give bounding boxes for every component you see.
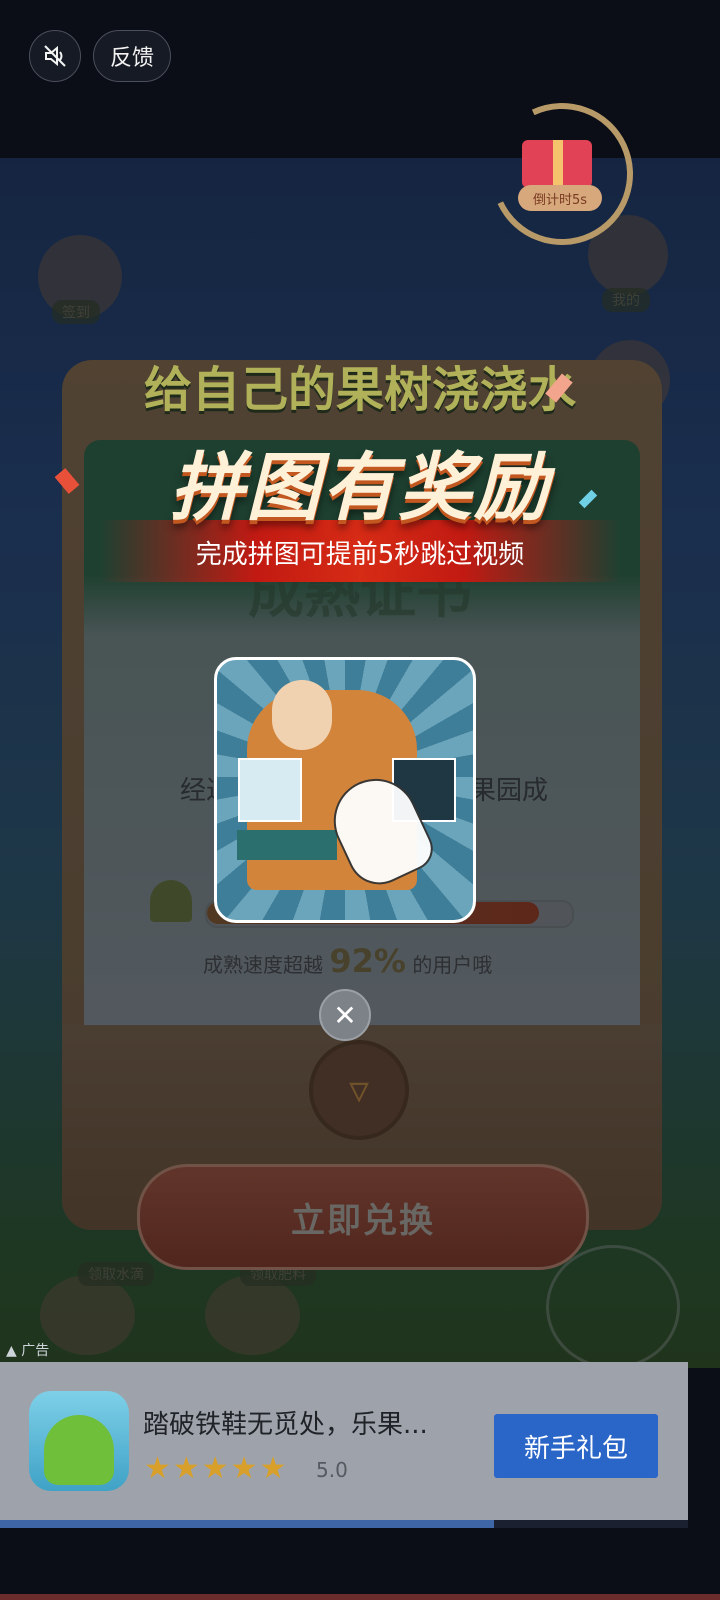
mute-button[interactable]	[29, 30, 81, 82]
subheading: 完成拼图可提前5秒跳过视频	[195, 540, 525, 570]
bottom-strip	[0, 1594, 720, 1600]
star-rating-icon: ★★★★★	[144, 1451, 289, 1486]
rating-value: 5.0	[316, 1458, 348, 1482]
mute-icon	[44, 45, 66, 67]
character-sash	[237, 830, 337, 860]
app-icon[interactable]	[29, 1391, 129, 1491]
headline-big: 拼图有奖励	[170, 445, 550, 531]
gift-pack-button[interactable]: 新手礼包	[494, 1414, 658, 1478]
close-button[interactable]: ✕	[319, 989, 371, 1041]
gift-ribbon	[553, 140, 563, 188]
character-head	[272, 680, 332, 750]
ad-label: ▲ 广告	[6, 1340, 49, 1360]
ad-progress-fill	[0, 1520, 494, 1528]
close-icon: ✕	[333, 998, 357, 1032]
puzzle-piece[interactable]	[238, 758, 302, 822]
ad-label-text: 广告	[21, 1343, 50, 1359]
app-title[interactable]: 踏破铁鞋无觅处，乐果...	[143, 1404, 428, 1441]
ad-logo-icon: ▲	[6, 1343, 17, 1359]
countdown-label: 倒计时5s	[518, 185, 602, 211]
feedback-button[interactable]: 反馈	[93, 30, 171, 82]
headline-small: 给自己的果树浇浇水	[143, 362, 576, 418]
